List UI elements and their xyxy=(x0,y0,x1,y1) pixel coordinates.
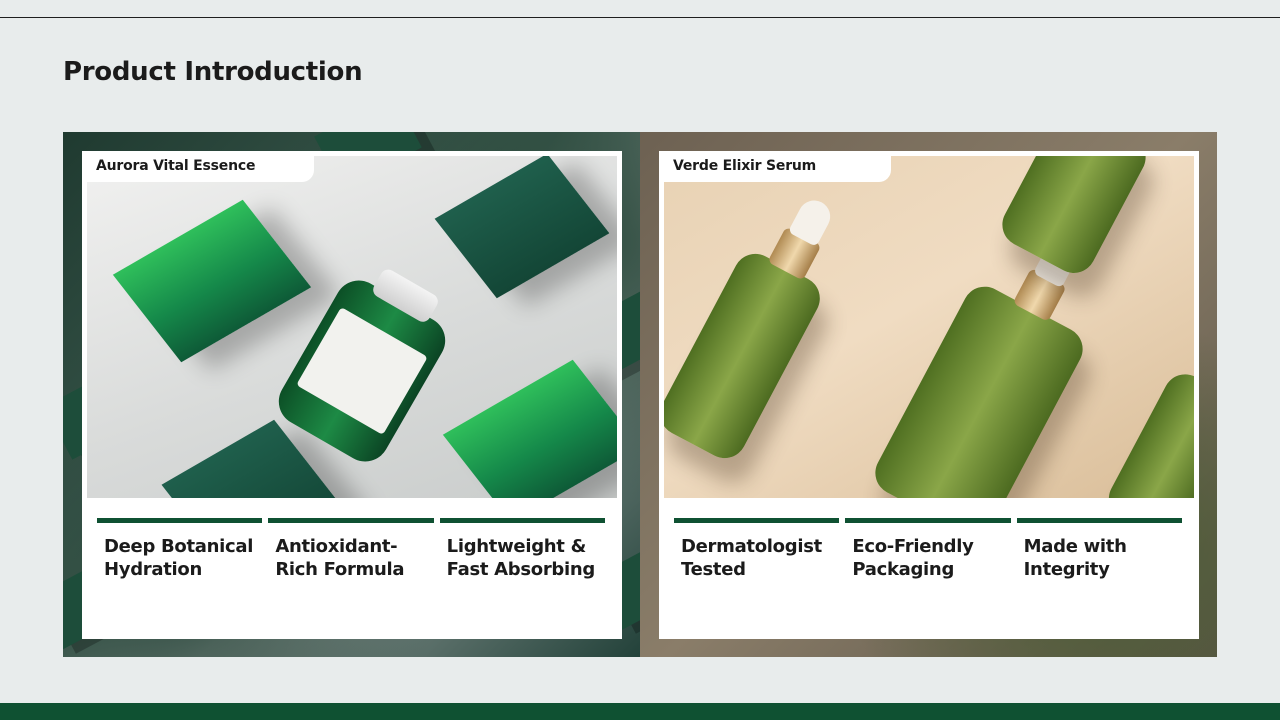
top-divider xyxy=(0,17,1280,18)
feature-item: Deep Botanical Hydration xyxy=(97,518,263,628)
product-name-tag: Aurora Vital Essence xyxy=(82,151,314,182)
feature-item: Eco-Friendly Packaging xyxy=(845,518,1011,628)
feature-item: Antioxidant-Rich Formula xyxy=(268,518,434,628)
feature-item: Dermatologist Tested xyxy=(674,518,840,628)
green-box-image xyxy=(442,359,617,498)
product-card-verde: Verde Elixir Serum Dermatologist Tested … xyxy=(659,151,1199,639)
jar-image xyxy=(270,266,454,471)
product-name-tag: Verde Elixir Serum xyxy=(659,151,891,182)
dropper-bottle-image xyxy=(994,156,1154,281)
feature-list: Dermatologist Tested Eco-Friendly Packag… xyxy=(674,518,1182,628)
product-photo-aurora xyxy=(87,156,617,498)
page-title: Product Introduction xyxy=(63,57,363,87)
product-photo-verde xyxy=(664,156,1194,498)
dropper-bottle-image xyxy=(867,236,1091,498)
feature-list: Deep Botanical Hydration Antioxidant-Ric… xyxy=(97,518,605,628)
feature-item: Made with Integrity xyxy=(1016,518,1182,628)
green-box-image xyxy=(112,199,312,363)
dropper-bottle-image xyxy=(664,194,836,466)
dropper-bottle-image xyxy=(1101,344,1194,498)
green-box-image xyxy=(434,156,610,299)
product-card-aurora: Aurora Vital Essence Deep Botanical Hydr… xyxy=(82,151,622,639)
footer-bar xyxy=(0,703,1280,720)
feature-item: Lightweight & Fast Absorbing xyxy=(439,518,605,628)
